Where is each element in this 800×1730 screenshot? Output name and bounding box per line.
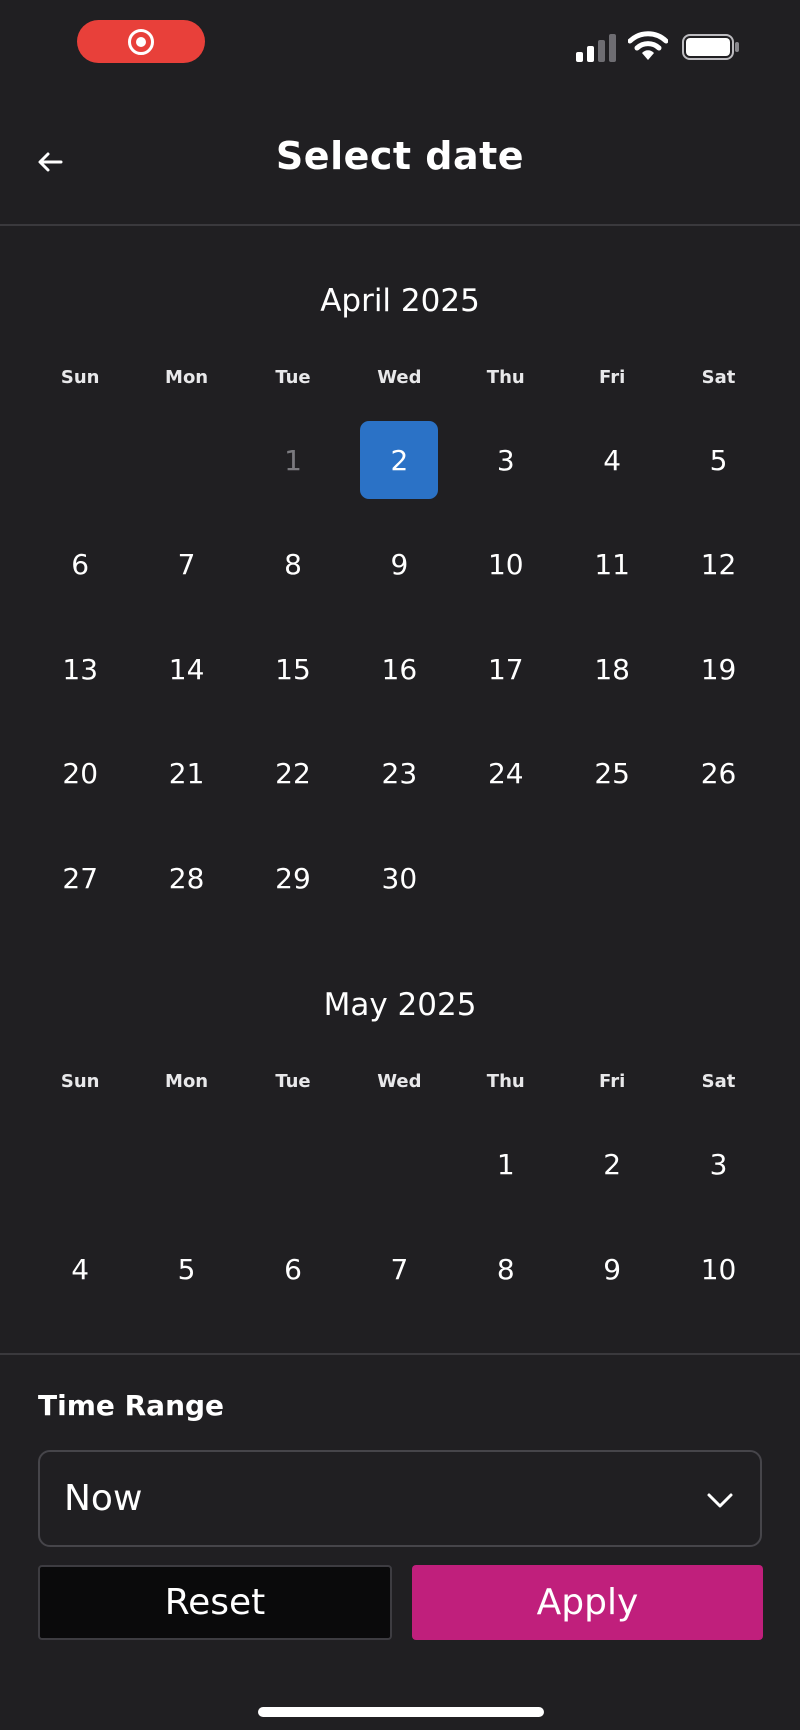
day-cell[interactable]: 24	[453, 734, 559, 812]
weekday-label: Tue	[275, 367, 311, 388]
day-cell[interactable]: 23	[346, 734, 452, 812]
header-divider	[0, 224, 800, 226]
weekday-row: Sun Mon Tue Wed Thu Fri Sat	[27, 1071, 772, 1092]
day-cell[interactable]: 14	[133, 630, 239, 708]
weekday-label: Tue	[275, 1071, 311, 1092]
day-cell[interactable]: 4	[559, 421, 665, 499]
day-cell[interactable]: 27	[27, 839, 133, 917]
day-cell[interactable]: 11	[559, 525, 665, 603]
empty-day-cell	[453, 839, 559, 917]
time-range-label: Time Range	[38, 1389, 225, 1422]
header: Select date	[0, 100, 800, 225]
weekday-label: Sun	[60, 367, 100, 388]
empty-day-cell	[27, 421, 133, 499]
day-cell[interactable]: 9	[559, 1230, 665, 1308]
day-cell[interactable]: 8	[453, 1230, 559, 1308]
day-cell[interactable]: 6	[27, 525, 133, 603]
day-cell[interactable]: 16	[346, 630, 452, 708]
day-cell[interactable]: 2	[559, 1125, 665, 1203]
empty-day-cell	[240, 1125, 346, 1203]
day-cell-disabled: 1	[284, 443, 302, 477]
day-cell[interactable]: 4	[27, 1230, 133, 1308]
day-cell[interactable]: 7	[133, 525, 239, 603]
week-row: 13 14 15 16 17 18 19	[27, 630, 772, 708]
empty-day-cell	[559, 839, 665, 917]
weekday-label: Sat	[701, 367, 736, 388]
weekday-label: Fri	[599, 367, 626, 388]
weekday-label: Wed	[377, 1071, 422, 1092]
week-row: 1 2 3 4 5	[27, 421, 772, 499]
day-cell[interactable]: 3	[453, 421, 559, 499]
day-cell[interactable]: 3	[665, 1125, 771, 1203]
day-cell[interactable]: 18	[559, 630, 665, 708]
day-cell[interactable]: 20	[27, 734, 133, 812]
day-cell[interactable]: 5	[133, 1230, 239, 1308]
day-cell[interactable]: 15	[240, 630, 346, 708]
reset-button[interactable]: Reset	[38, 1565, 392, 1640]
day-cell[interactable]: 30	[346, 839, 452, 917]
weekday-label: Sat	[701, 1071, 736, 1092]
empty-day-cell	[133, 1125, 239, 1203]
day-cell[interactable]: 6	[240, 1230, 346, 1308]
time-range-value: Now	[64, 1478, 143, 1519]
week-row: 6 7 8 9 10 11 12	[27, 525, 772, 603]
chevron-down-icon	[707, 1493, 733, 1508]
day-cell[interactable]: 28	[133, 839, 239, 917]
day-cell[interactable]: 9	[346, 525, 452, 603]
day-cell[interactable]: 17	[453, 630, 559, 708]
day-cell[interactable]: 12	[665, 525, 771, 603]
weekday-label: Mon	[165, 367, 209, 388]
day-cell[interactable]: 22	[240, 734, 346, 812]
wifi-icon	[628, 31, 668, 60]
week-row: 20 21 22 23 24 25 26	[27, 734, 772, 812]
screen: Select date April 2025 Sun Mon Tue Wed T…	[0, 0, 800, 1730]
day-cell[interactable]: 13	[27, 630, 133, 708]
month-title-may: May 2025	[323, 987, 477, 1023]
day-cell-selected[interactable]: 2	[346, 421, 452, 499]
weekday-label: Thu	[486, 367, 525, 388]
month-title-april: April 2025	[320, 283, 480, 319]
day-cell[interactable]: 10	[453, 525, 559, 603]
day-cell[interactable]: 26	[665, 734, 771, 812]
page-title: Select date	[275, 134, 525, 178]
time-range-select[interactable]: Now	[38, 1450, 762, 1547]
record-icon[interactable]	[77, 20, 205, 63]
week-row: 27 28 29 30	[27, 839, 772, 917]
weekday-label: Mon	[165, 1071, 209, 1092]
day-cell[interactable]: 1	[453, 1125, 559, 1203]
day-cell[interactable]: 7	[346, 1230, 452, 1308]
weekday-label: Wed	[377, 367, 422, 388]
weekday-row: Sun Mon Tue Wed Thu Fri Sat	[27, 367, 772, 388]
day-cell[interactable]: 10	[665, 1230, 771, 1308]
status-bar	[0, 0, 800, 90]
week-row: 1 2 3	[27, 1125, 772, 1203]
day-cell[interactable]: 5	[665, 421, 771, 499]
home-indicator[interactable]	[258, 1707, 544, 1717]
day-cell[interactable]: 29	[240, 839, 346, 917]
empty-day-cell	[27, 1125, 133, 1203]
week-row: 4 5 6 7 8 9 10	[27, 1230, 772, 1308]
calendar[interactable]: April 2025 Sun Mon Tue Wed Thu Fri Sat 1…	[0, 227, 800, 1353]
day-cell[interactable]: 19	[665, 630, 771, 708]
empty-day-cell	[133, 421, 239, 499]
battery-icon	[682, 34, 739, 60]
weekday-label: Thu	[486, 1071, 525, 1092]
footer: Time Range Now Reset Apply	[0, 1353, 800, 1730]
apply-button[interactable]: Apply	[412, 1565, 763, 1640]
day-cell[interactable]: 8	[240, 525, 346, 603]
signal-icon	[576, 34, 616, 62]
empty-day-cell	[665, 839, 771, 917]
weekday-label: Sun	[60, 1071, 100, 1092]
empty-day-cell	[346, 1125, 452, 1203]
day-cell[interactable]: 25	[559, 734, 665, 812]
weekday-label: Fri	[599, 1071, 626, 1092]
day-cell[interactable]: 21	[133, 734, 239, 812]
